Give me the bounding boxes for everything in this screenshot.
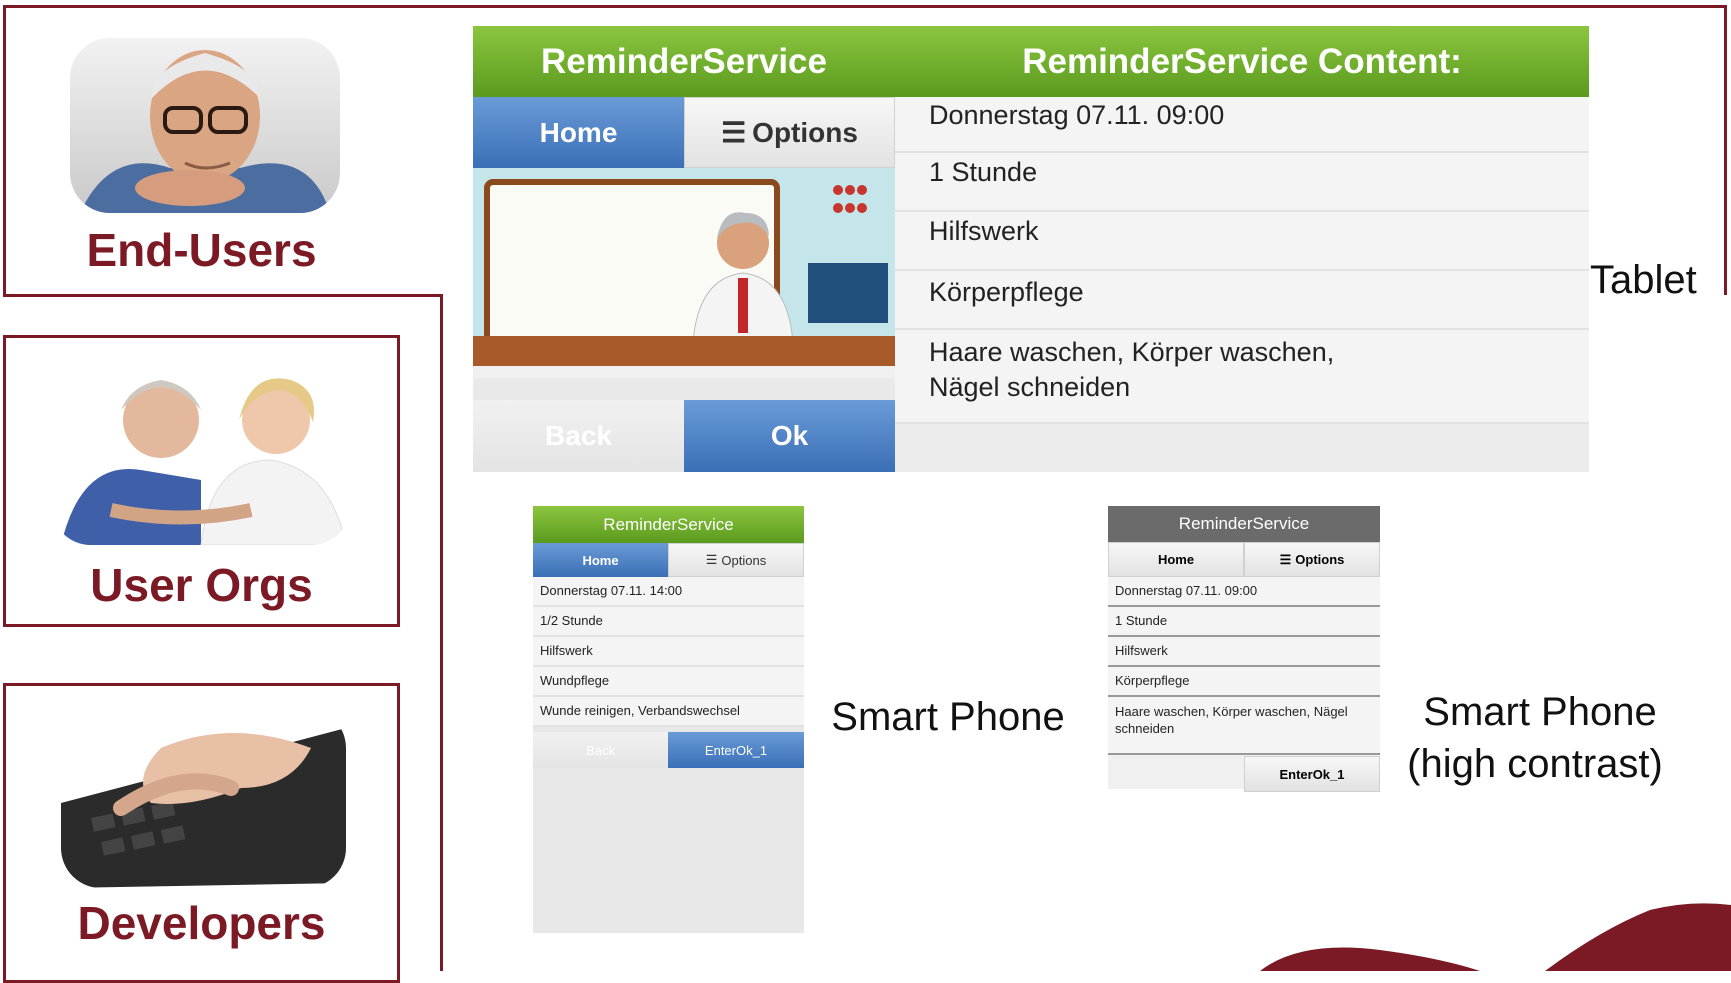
tablet-back-label: Back — [545, 420, 612, 451]
tablet-row-service[interactable]: Körperpflege — [895, 271, 1589, 330]
phone-hc-caption-line1: Smart Phone — [1423, 690, 1657, 734]
tablet-options-label: Options — [752, 116, 858, 148]
phone-row-tasks[interactable]: Wunde reinigen, Verbandswechsel — [533, 697, 804, 727]
tablet-ok-button[interactable]: Ok — [684, 400, 895, 472]
list-icon: ☰ — [705, 552, 718, 567]
user-orgs-photo — [51, 360, 351, 545]
developers-frame: Developers — [3, 683, 400, 983]
developers-label: Developers — [77, 897, 326, 949]
end-user-photo — [70, 38, 340, 213]
tablet-row-provider[interactable]: Hilfswerk — [895, 212, 1589, 271]
phone-screen: ReminderService Home ☰ Options Donnersta… — [533, 506, 804, 933]
phone-home-button[interactable]: Home — [533, 543, 668, 577]
list-icon: ☰ — [721, 117, 747, 148]
tablet-row-duration-text: 1 Stunde — [929, 157, 1038, 187]
avatar-scene — [473, 168, 895, 378]
phone-hc-row-duration[interactable]: 1 Stunde — [1108, 607, 1380, 637]
phone-hc-row-duration-text: 1 Stunde — [1115, 613, 1168, 628]
phone-back-button[interactable]: Back — [533, 732, 668, 768]
phone-row-tasks-text: Wunde reinigen, Verbandswechsel — [540, 703, 740, 718]
phone-hc-options-button[interactable]: ☰ Options — [1244, 542, 1380, 577]
user-orgs-label: User Orgs — [90, 559, 313, 611]
phone-hc-row-date-text: Donnerstag 07.11. 09:00 — [1115, 583, 1258, 598]
phone-options-label: Options — [721, 552, 767, 568]
phone-row-provider-text: Hilfswerk — [540, 643, 593, 658]
tablet-row-date-text: Donnerstag 07.11. 09:00 — [929, 100, 1225, 130]
phone-row-date-text: Donnerstag 07.11. 14:00 — [540, 583, 683, 598]
phone-hc-row-date[interactable]: Donnerstag 07.11. 09:00 — [1108, 577, 1380, 607]
tablet-app-title: ReminderService — [473, 26, 895, 97]
phone-hc-caption-line2: (high contrast) — [1407, 742, 1663, 786]
end-users-label: End-Users — [86, 224, 317, 276]
phone-row-service-text: Wundpflege — [540, 673, 610, 688]
tablet-home-button[interactable]: Home — [473, 97, 684, 168]
tablet-row-tasks[interactable]: Haare waschen, Körper waschen, Nägel sch… — [895, 330, 1589, 424]
phone-caption: Smart Phone — [831, 695, 1065, 739]
tablet-row-tasks-text: Haare waschen, Körper waschen, Nägel sch… — [929, 337, 1335, 402]
tablet-row-duration[interactable]: 1 Stunde — [895, 153, 1589, 212]
phone-row-service[interactable]: Wundpflege — [533, 667, 804, 697]
phone-hc-enter-button[interactable]: EnterOk_1 — [1244, 756, 1380, 792]
phone-hc-home-label: Home — [1157, 552, 1195, 567]
phone-hc-row-provider[interactable]: Hilfswerk — [1108, 637, 1380, 667]
developers-photo — [61, 708, 346, 888]
tablet-caption: Tablet — [1590, 258, 1697, 302]
tablet-ok-label: Ok — [770, 420, 809, 451]
decorative-swoosh — [1260, 903, 1731, 971]
tablet-content-list: Donnerstag 07.11. 09:00 1 Stunde Hilfswe… — [895, 97, 1589, 472]
phone-enter-button[interactable]: EnterOk_1 — [668, 732, 804, 768]
tablet-options-button[interactable]: ☰ Options — [684, 97, 895, 168]
tablet-content-title: ReminderService Content: — [895, 26, 1589, 97]
phone-hc-app-title: ReminderService — [1108, 506, 1380, 542]
user-orgs-frame: User Orgs — [3, 335, 400, 627]
list-icon: ☰ — [1279, 551, 1292, 567]
phone-hc-options-label: Options — [1295, 552, 1345, 567]
phone-options-button[interactable]: ☰ Options — [668, 543, 804, 577]
tablet-screen: ReminderService ReminderService Content:… — [473, 26, 1589, 472]
phone-hc-row-tasks-text: Haare waschen, Körper waschen, Nägel sch… — [1115, 704, 1348, 736]
separator-line — [440, 294, 443, 971]
phone-home-label: Home — [582, 552, 619, 568]
phone-row-provider[interactable]: Hilfswerk — [533, 637, 804, 667]
tablet-row-service-text: Körperpflege — [929, 277, 1084, 307]
phone-row-date[interactable]: Donnerstag 07.11. 14:00 — [533, 577, 804, 607]
tablet-row-date[interactable]: Donnerstag 07.11. 09:00 — [895, 97, 1589, 153]
tablet-back-button[interactable]: Back — [473, 400, 684, 472]
phone-hc-row-service[interactable]: Körperpflege — [1108, 667, 1380, 697]
phone-hc-enter-label: EnterOk_1 — [1279, 766, 1345, 782]
phone-back-label: Back — [586, 742, 615, 758]
phone-row-duration-text: 1/2 Stunde — [540, 613, 603, 628]
phone-hc-row-tasks[interactable]: Haare waschen, Körper waschen, Nägel sch… — [1108, 697, 1380, 755]
phone-row-duration[interactable]: 1/2 Stunde — [533, 607, 804, 637]
separator-tick — [366, 294, 382, 297]
tablet-home-label: Home — [539, 116, 618, 148]
phone-hc-row-provider-text: Hilfswerk — [1115, 643, 1168, 658]
phone-enter-label: EnterOk_1 — [704, 742, 768, 758]
phone-app-title: ReminderService — [533, 506, 804, 543]
phone-hc-screen: ReminderService Home ☰ Options Donnersta… — [1108, 506, 1380, 792]
phone-hc-home-button[interactable]: Home — [1108, 542, 1244, 577]
tablet-row-provider-text: Hilfswerk — [929, 216, 1039, 246]
phone-hc-row-service-text: Körperpflege — [1115, 673, 1190, 688]
